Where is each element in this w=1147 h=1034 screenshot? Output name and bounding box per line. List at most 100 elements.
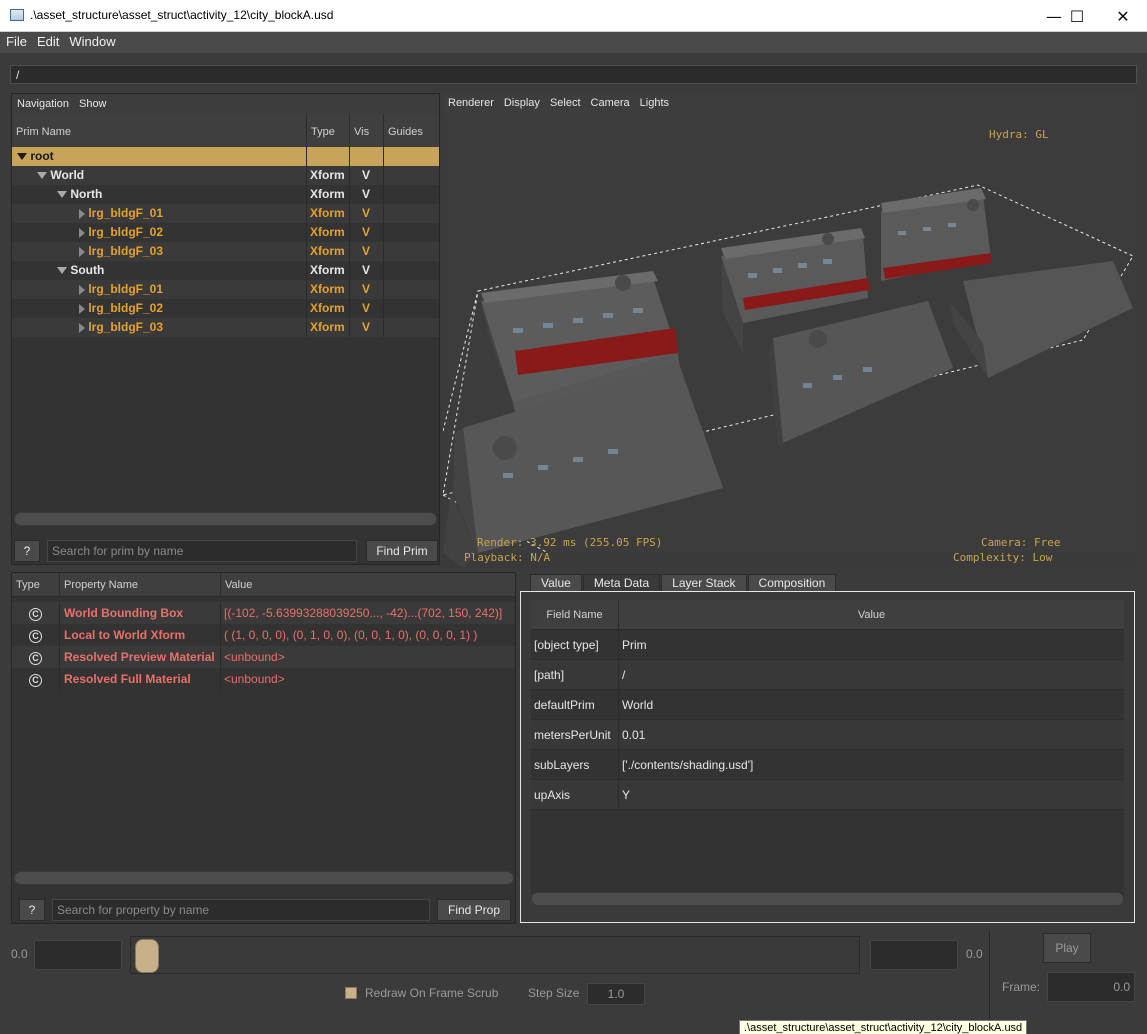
tree-row-south[interactable]: South Xform V bbox=[12, 261, 439, 280]
tree-row-north[interactable]: North Xform V bbox=[12, 185, 439, 204]
select-menu[interactable]: Select bbox=[545, 97, 586, 109]
find-prim-button[interactable]: Find Prim bbox=[366, 540, 438, 562]
vis-toggle[interactable]: V bbox=[350, 223, 384, 242]
step-size-field[interactable]: 1.0 bbox=[587, 983, 645, 1005]
metadata-row[interactable]: [object type] Prim bbox=[531, 630, 1124, 660]
property-row[interactable]: C Resolved Full Material <unbound> bbox=[12, 668, 515, 690]
property-row[interactable]: C Local to World Xform ( (1, 0, 0, 0), (… bbox=[12, 624, 515, 646]
frame-field[interactable]: 0.0 bbox=[1047, 972, 1135, 1002]
vis-toggle[interactable]: V bbox=[350, 318, 384, 337]
collapsed-arrow-icon[interactable] bbox=[79, 303, 85, 314]
renderer-menu[interactable]: Renderer bbox=[443, 97, 499, 109]
viewport-menubar: Renderer Display Select Camera Lights bbox=[443, 93, 1137, 113]
tab-meta-data[interactable]: Meta Data bbox=[582, 574, 661, 592]
collapsed-arrow-icon[interactable] bbox=[79, 227, 85, 238]
property-horizontal-scrollbar[interactable] bbox=[14, 871, 514, 885]
redraw-checkbox[interactable] bbox=[345, 987, 357, 999]
collapsed-arrow-icon[interactable] bbox=[79, 284, 85, 295]
property-row[interactable]: C World Bounding Box [(-102, -5.63993288… bbox=[12, 602, 515, 624]
range-start-field[interactable] bbox=[34, 940, 122, 970]
tree-row-lrg-bldgf-02[interactable]: lrg_bldgF_02 Xform V bbox=[12, 299, 439, 318]
tree-row-root[interactable]: root bbox=[12, 147, 439, 166]
collapsed-arrow-icon[interactable] bbox=[79, 208, 85, 219]
tab-value[interactable]: Value bbox=[530, 574, 582, 592]
prim-path-field[interactable]: / bbox=[10, 65, 1137, 84]
menu-window[interactable]: Window bbox=[65, 32, 119, 53]
vis-toggle[interactable]: V bbox=[350, 185, 384, 204]
collapsed-arrow-icon[interactable] bbox=[79, 246, 85, 257]
frame-slider-handle[interactable] bbox=[135, 939, 159, 973]
property-help-button[interactable]: ? bbox=[19, 899, 45, 921]
property-header: Type Property Name Value bbox=[12, 573, 515, 597]
tab-layer-stack[interactable]: Layer Stack bbox=[661, 574, 747, 592]
tree-row-lrg-bldgf-03[interactable]: lrg_bldgF_03 Xform V bbox=[12, 242, 439, 261]
outliner-header: Prim Name Type Vis Guides bbox=[12, 114, 439, 150]
col-prop-value[interactable]: Value bbox=[221, 573, 515, 597]
play-button[interactable]: Play bbox=[1043, 933, 1091, 963]
prim-type: Xform bbox=[307, 318, 350, 337]
show-menu[interactable]: Show bbox=[74, 98, 112, 110]
maximize-button[interactable]: ☐ bbox=[1054, 0, 1100, 32]
prim-name: lrg_bldgF_02 bbox=[88, 301, 164, 315]
col-prop-name[interactable]: Property Name bbox=[60, 573, 221, 597]
hud-complexity: Complexity: Low bbox=[953, 551, 1053, 564]
tree-row-world[interactable]: World Xform V bbox=[12, 166, 439, 185]
col-type[interactable]: Type bbox=[307, 114, 350, 150]
col-guides[interactable]: Guides bbox=[384, 114, 440, 150]
property-search-input[interactable]: Search for property by name bbox=[52, 899, 430, 921]
prim-name: South bbox=[70, 263, 105, 277]
expand-arrow-icon[interactable] bbox=[57, 267, 67, 275]
menu-edit[interactable]: Edit bbox=[33, 32, 63, 53]
vis-toggle[interactable]: V bbox=[350, 280, 384, 299]
prim-type: Xform bbox=[307, 185, 350, 204]
meta-value: 0.01 bbox=[622, 728, 646, 742]
col-prim-name[interactable]: Prim Name bbox=[12, 114, 307, 150]
vis-toggle[interactable]: V bbox=[350, 166, 384, 185]
navigation-menu[interactable]: Navigation bbox=[12, 98, 74, 110]
metadata-row[interactable]: [path] / bbox=[531, 660, 1124, 690]
col-field-name[interactable]: Field Name bbox=[531, 600, 619, 630]
3d-viewport[interactable]: Hydra: GL Render: 3.92 ms (255.05 FPS) P… bbox=[443, 113, 1137, 568]
metadata-row[interactable]: metersPerUnit 0.01 bbox=[531, 720, 1124, 750]
property-row[interactable]: C Resolved Preview Material <unbound> bbox=[12, 646, 515, 668]
camera-menu[interactable]: Camera bbox=[586, 97, 635, 109]
prim-search-input[interactable]: Search for prim by name bbox=[47, 540, 357, 562]
tree-row-lrg-bldgf-03[interactable]: lrg_bldgF_03 Xform V bbox=[12, 318, 439, 337]
outliner-horizontal-scrollbar[interactable] bbox=[14, 512, 437, 526]
prim-help-button[interactable]: ? bbox=[14, 540, 40, 562]
vis-toggle[interactable]: V bbox=[350, 261, 384, 280]
col-meta-value[interactable]: Value bbox=[619, 600, 1124, 630]
menu-bar: File Edit Window bbox=[0, 32, 1147, 53]
close-button[interactable]: ✕ bbox=[1100, 0, 1146, 32]
tab-composition[interactable]: Composition bbox=[747, 574, 837, 592]
tree-row-lrg-bldgf-01[interactable]: lrg_bldgF_01 Xform V bbox=[12, 204, 439, 223]
property-name: Resolved Full Material bbox=[60, 668, 221, 690]
expand-arrow-icon[interactable] bbox=[17, 153, 27, 161]
collapsed-arrow-icon[interactable] bbox=[79, 322, 85, 333]
vis-toggle[interactable]: V bbox=[350, 204, 384, 223]
find-prop-button[interactable]: Find Prop bbox=[437, 899, 511, 921]
expand-arrow-icon[interactable] bbox=[37, 172, 47, 180]
tree-row-lrg-bldgf-01[interactable]: lrg_bldgF_01 Xform V bbox=[12, 280, 439, 299]
display-menu[interactable]: Display bbox=[499, 97, 545, 109]
prim-type: Xform bbox=[307, 204, 350, 223]
property-value: ( (1, 0, 0, 0), (0, 1, 0, 0), (0, 0, 1, … bbox=[224, 628, 478, 642]
metadata-horizontal-scrollbar[interactable] bbox=[531, 892, 1124, 906]
metadata-row[interactable]: upAxis Y bbox=[531, 780, 1124, 810]
meta-field: subLayers bbox=[531, 750, 619, 780]
lights-menu[interactable]: Lights bbox=[635, 97, 674, 109]
frame-slider[interactable] bbox=[130, 936, 860, 974]
col-vis[interactable]: Vis bbox=[350, 114, 384, 150]
col-prop-type[interactable]: Type bbox=[12, 573, 60, 597]
tree-row-lrg-bldgf-02[interactable]: lrg_bldgF_02 Xform V bbox=[12, 223, 439, 242]
range-end-field[interactable] bbox=[870, 940, 958, 970]
menu-file[interactable]: File bbox=[2, 32, 31, 53]
metadata-row[interactable]: defaultPrim World bbox=[531, 690, 1124, 720]
window-title: .\asset_structure\asset_struct\activity_… bbox=[30, 8, 334, 22]
vis-toggle[interactable]: V bbox=[350, 299, 384, 318]
scene-render[interactable] bbox=[443, 113, 1137, 568]
expand-arrow-icon[interactable] bbox=[57, 191, 67, 199]
metadata-row[interactable]: subLayers ['./contents/shading.usd'] bbox=[531, 750, 1124, 780]
vis-toggle[interactable]: V bbox=[350, 242, 384, 261]
meta-field: [path] bbox=[531, 660, 619, 690]
